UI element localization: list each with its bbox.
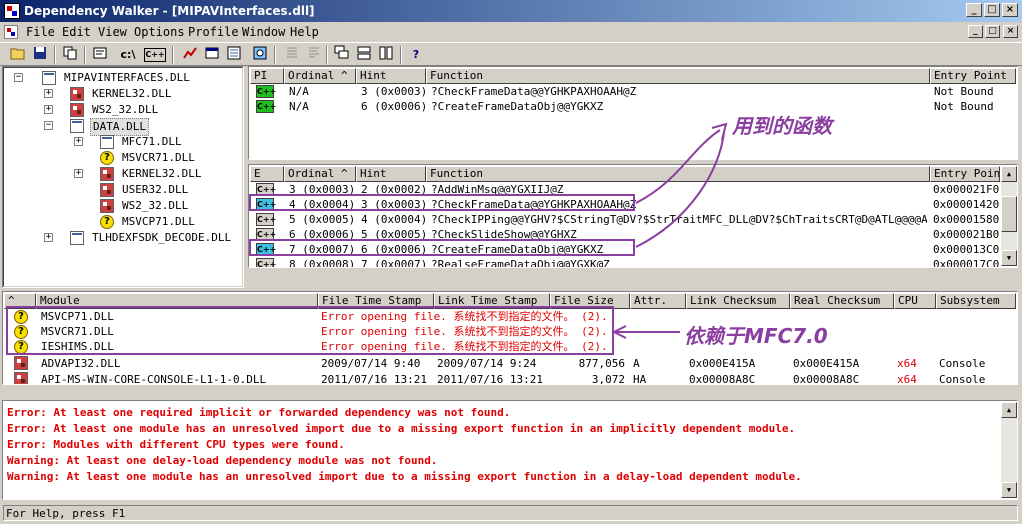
annotation-functions-used: 用到的函数 [732, 114, 832, 138]
annotation-depends-on: 依赖于MFC7.0 [684, 324, 828, 348]
annotation-arrows [613, 122, 728, 339]
arrow-line [635, 129, 721, 204]
arrow-line [635, 131, 725, 248]
